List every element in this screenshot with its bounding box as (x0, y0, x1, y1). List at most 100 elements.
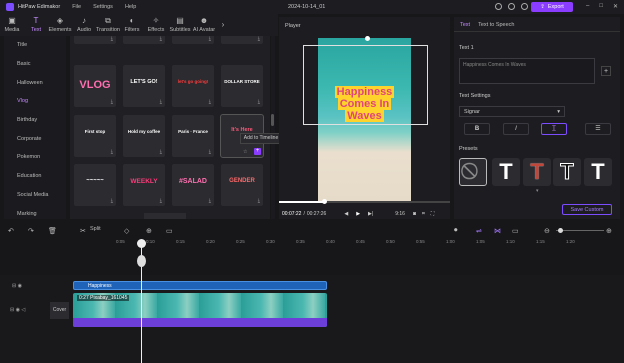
grid-scrollbar[interactable] (271, 36, 275, 219)
redo-icon[interactable]: ↷ (28, 227, 34, 235)
template-tile-paris-france[interactable]: Paris · France ⤓ (172, 115, 214, 157)
preset-white-bold-t[interactable]: T (584, 158, 612, 186)
mic-icon[interactable]: ⏺ (454, 227, 458, 235)
text-selection-box[interactable] (303, 45, 428, 125)
delete-icon[interactable]: 🗑 (48, 227, 57, 235)
tab-text[interactable]: Text (460, 22, 470, 28)
category-basic[interactable]: Basic (4, 55, 66, 74)
category-halloween[interactable]: Halloween (4, 73, 66, 92)
fullscreen-icon[interactable]: ⛶ (431, 211, 435, 217)
category-marking[interactable]: Marking (4, 204, 66, 223)
timeline-ruler[interactable]: 0:05 0:10 0:15 0:20 0:25 0:30 0:35 0:40 … (72, 237, 624, 249)
snapshot-icon[interactable]: ◙ (413, 211, 416, 217)
tool-ai-avatar[interactable]: ☻ AI Avatar (192, 14, 216, 36)
presets-more-icon[interactable]: ▾ (536, 188, 539, 194)
category-social-media[interactable]: Social Media (4, 186, 66, 205)
download-icon[interactable]: ⤓ (258, 198, 260, 204)
export-button[interactable]: ⇪ Export (531, 2, 573, 12)
preset-outline-t[interactable]: T (553, 158, 581, 186)
tool-audio[interactable]: ♪ Audio (72, 14, 96, 36)
tab-text-to-speech[interactable]: Text to Speech (478, 22, 514, 28)
split-icon[interactable]: ✂ (80, 227, 86, 235)
zoom-out-icon[interactable]: ⊖ (544, 227, 550, 235)
menu-help[interactable]: Help (125, 4, 136, 10)
rotate-handle[interactable] (365, 36, 370, 41)
template-tile[interactable]: ⤓ (172, 36, 214, 44)
category-vlog[interactable]: Vlog (4, 92, 66, 111)
preset-white-t[interactable]: T (492, 158, 520, 186)
template-tile-wave[interactable]: ~~~~~ ⤓ (74, 164, 116, 206)
crop-icon[interactable]: ⌗ (422, 211, 425, 217)
template-tile-weekly[interactable]: WEEKLY ⤓ (123, 164, 165, 206)
menu-file[interactable]: File (72, 4, 81, 10)
track-text-lock-icon[interactable]: ⊟ ◉ (12, 283, 22, 289)
marker-icon[interactable]: ◇ (124, 227, 129, 235)
feedback-icon[interactable] (495, 3, 502, 10)
add-text-button[interactable]: + (601, 66, 611, 76)
download-icon[interactable]: ⤓ (111, 99, 113, 105)
spacing-button[interactable]: ☰ (585, 123, 611, 135)
maximize-icon[interactable]: □ (599, 3, 603, 10)
bold-button[interactable]: B (464, 123, 490, 135)
cover-button[interactable]: Cover (50, 302, 69, 319)
tool-text[interactable]: T Text (24, 14, 48, 36)
preset-red-t[interactable]: T (523, 158, 551, 186)
link-icon[interactable]: ⇌ (476, 227, 482, 235)
text1-input[interactable]: Happiness Comes In Waves (459, 58, 595, 84)
template-tile-hold-my-coffee[interactable]: Hold my coffee ⤓ (123, 115, 165, 157)
preset-none-icon[interactable]: ⃠ (459, 158, 487, 186)
download-icon[interactable]: ⤓ (160, 99, 162, 105)
download-icon[interactable]: ⤓ (209, 198, 211, 204)
progress-handle[interactable] (322, 199, 327, 204)
video-clip[interactable]: 0:27 Pixabay_161045 (73, 293, 327, 327)
prev-frame-icon[interactable]: ◀ (344, 211, 348, 217)
caption-icon[interactable]: ▭ (166, 227, 173, 235)
tool-transition[interactable]: ⧉ Transition (96, 14, 120, 36)
download-icon[interactable]: ⤓ (209, 149, 211, 155)
playhead-handle[interactable] (137, 239, 146, 248)
download-icon[interactable]: ⤓ (209, 99, 211, 105)
freeze-icon[interactable]: ⊕ (146, 227, 152, 235)
zoom-slider-handle[interactable] (558, 228, 563, 233)
category-pokemon[interactable]: Pokemon (4, 148, 66, 167)
fit-icon[interactable]: ▭ (512, 227, 519, 235)
category-education[interactable]: Education (4, 167, 66, 186)
template-tile[interactable]: ⤓ (123, 36, 165, 44)
aspect-ratio-select[interactable]: 9:16 (395, 211, 405, 217)
template-tile-salad[interactable]: #SALAD ⤓ (172, 164, 214, 206)
track-video-controls-icon[interactable]: ⊟ ◉ ◁ (10, 307, 25, 313)
download-icon[interactable]: ⤓ (111, 198, 113, 204)
download-icon[interactable]: ⤓ (160, 36, 162, 42)
tool-media[interactable]: ▣ Media (0, 14, 24, 36)
template-tile[interactable]: ⤓ (221, 36, 263, 44)
add-to-timeline-button[interactable]: + (254, 148, 261, 155)
minimize-icon[interactable]: – (586, 3, 589, 10)
save-custom-button[interactable]: Save Custom (562, 204, 612, 215)
template-tile-lets-go[interactable]: LET'S GO! ⤓ (123, 65, 165, 107)
toolbar-more-button[interactable]: › (216, 14, 230, 36)
tool-effects[interactable]: ✧ Effects (144, 14, 168, 36)
category-title[interactable]: Title (4, 36, 66, 55)
template-tile[interactable] (144, 213, 186, 219)
tool-elements[interactable]: ◈ Elements (48, 14, 72, 36)
play-icon[interactable]: ▶ (356, 211, 360, 217)
category-corporate[interactable]: Corporate (4, 129, 66, 148)
favorite-star-icon[interactable]: ☆ (243, 149, 247, 155)
template-tile-first-stop[interactable]: First stop ⤓ (74, 115, 116, 157)
underline-button[interactable]: T̲ (541, 123, 567, 135)
template-tile-vlog[interactable]: VLOG ⤓ (74, 65, 116, 107)
download-icon[interactable] (521, 3, 528, 10)
zoom-slider[interactable] (556, 230, 604, 231)
next-frame-icon[interactable]: ▶| (368, 211, 373, 217)
playhead-scrubber-icon[interactable] (137, 255, 146, 267)
zoom-in-icon[interactable]: ⊕ (606, 227, 612, 235)
split-label[interactable]: Split (90, 226, 101, 232)
close-icon[interactable]: ✕ (613, 3, 618, 10)
download-icon[interactable]: ⤓ (258, 99, 260, 105)
account-icon[interactable] (508, 3, 515, 10)
template-tile-dollar-store[interactable]: DOLLAR STORE ⤓ (221, 65, 263, 107)
menu-settings[interactable]: Settings (93, 4, 113, 10)
download-icon[interactable]: ⤓ (111, 36, 113, 42)
template-tile[interactable]: ⤓ (74, 36, 116, 44)
font-select[interactable]: Signar ▾ (459, 106, 565, 117)
